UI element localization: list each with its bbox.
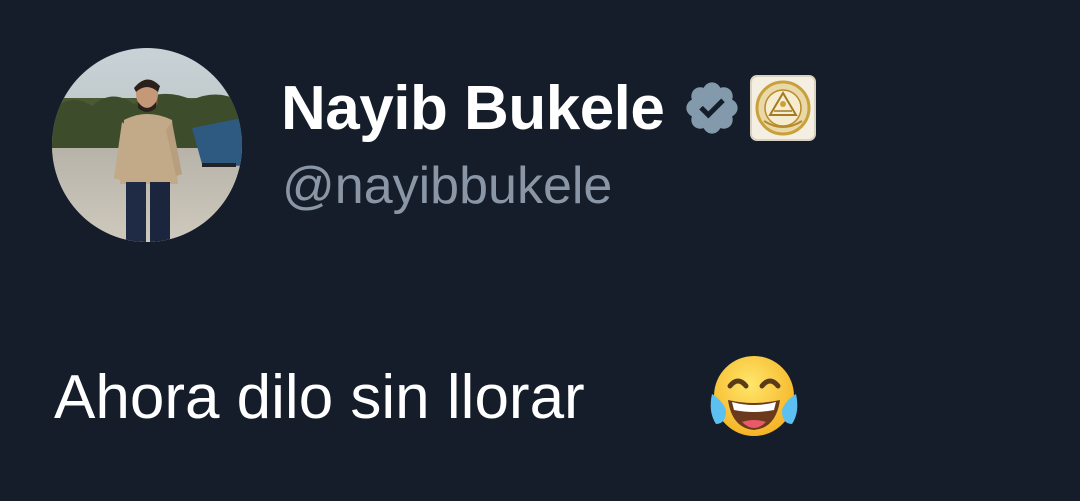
avatar[interactable] (52, 48, 242, 242)
el-salvador-coat-of-arms-icon[interactable] (750, 75, 817, 141)
author-name-row: Nayib Bukele (281, 70, 817, 146)
verified-checkmark-icon (682, 78, 742, 138)
tweet-card: Nayib Bukele @nayibbukele Ahora dilo sin… (0, 0, 1080, 501)
face-with-tears-of-joy-icon (706, 350, 802, 446)
avatar-photo (52, 48, 242, 242)
author-display-name[interactable]: Nayib Bukele (281, 73, 665, 144)
author-handle[interactable]: @nayibbukele (282, 156, 612, 216)
tweet-text: Ahora dilo sin llorar (54, 363, 585, 432)
